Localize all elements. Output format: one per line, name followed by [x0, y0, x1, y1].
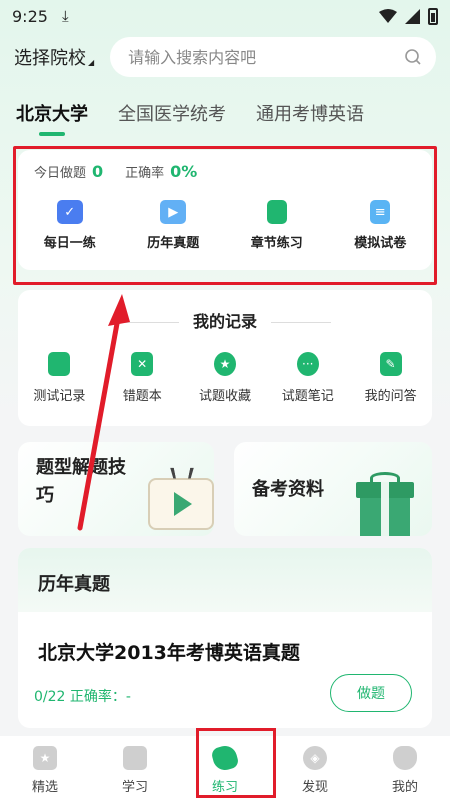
search-icon[interactable] — [404, 48, 422, 66]
nav-profile-label: 我的 — [391, 780, 418, 795]
tab-general-phd-english[interactable]: 通用考博英语 — [256, 100, 364, 126]
status-bar: 9:25 ⤓ — [0, 0, 450, 32]
past-exams-section-title: 历年真题 — [38, 574, 110, 595]
bottom-navigation: ★ 精选 学习 练习 ◈ 发现 我的 — [0, 736, 450, 800]
wifi-icon — [379, 9, 397, 23]
my-qa-label: 我的问答 — [364, 389, 417, 404]
start-practice-button[interactable]: 做题 — [330, 674, 412, 712]
records-grid: 测试记录 ✕ 错题本 ★ 试题收藏 ··· 试题笔记 ✎ 我的问答 — [18, 352, 432, 404]
dropdown-caret-icon: ◢ — [88, 58, 95, 67]
favorite-star-icon: ★ — [213, 352, 236, 376]
tips-tile[interactable]: 题型解题技巧 — [18, 442, 214, 536]
daily-practice-label: 每日一练 — [43, 236, 96, 251]
tab-national-medical-exam[interactable]: 全国医学统考 — [118, 100, 226, 126]
past-exams-card: 历年真题 北京大学2013年考博英语真题 0/22 正确率：- 做题 — [18, 548, 432, 728]
notes-bubble-icon: ··· — [296, 352, 319, 376]
mock-exam-button[interactable]: ≡ 模拟试卷 — [329, 200, 433, 251]
past-exams-header: 历年真题 — [18, 548, 432, 612]
practice-card: 今日做题 0 正确率 0% ✓ 每日一练 ▶ 历年真题 章节练习 ≡ 模拟试卷 — [18, 150, 432, 270]
test-record-button[interactable]: 测试记录 — [18, 352, 101, 404]
materials-title: 备考资料 — [252, 479, 324, 500]
search-bar[interactable] — [110, 37, 436, 77]
bookmark-book-icon — [266, 200, 287, 224]
category-tabs: 北京大学 全国医学统考 通用考博英语 — [0, 92, 450, 134]
exam-progress: 0/22 正确率：- — [34, 689, 131, 705]
exam-title[interactable]: 北京大学2013年考博英语真题 — [38, 638, 300, 665]
nav-study-label: 学习 — [121, 780, 148, 795]
download-icon: ⤓ — [61, 7, 69, 25]
daily-practice-button[interactable]: ✓ 每日一练 — [18, 200, 122, 251]
tab-peking-university[interactable]: 北京大学 — [16, 100, 88, 126]
compass-icon: ◈ — [303, 746, 327, 770]
favorites-label: 试题收藏 — [198, 389, 251, 404]
chapter-practice-label: 章节练习 — [250, 236, 303, 251]
top-header: 选择院校 ◢ — [0, 34, 450, 80]
accuracy-value: 0% — [170, 162, 198, 181]
past-exams-button[interactable]: ▶ 历年真题 — [122, 200, 226, 251]
featured-star-icon: ★ — [33, 746, 57, 770]
mock-exam-label: 模拟试卷 — [354, 236, 407, 251]
favorites-button[interactable]: ★ 试题收藏 — [184, 352, 267, 404]
accuracy-label: 正确率 — [125, 166, 165, 181]
cat-profile-icon — [393, 746, 417, 770]
status-icons — [379, 7, 438, 25]
tv-play-icon — [148, 467, 214, 530]
test-record-icon — [48, 352, 71, 376]
wrong-questions-icon: ✕ — [131, 352, 154, 376]
past-exams-label: 历年真题 — [147, 236, 200, 251]
wrong-questions-button[interactable]: ✕ 错题本 — [101, 352, 184, 404]
wrong-questions-label: 错题本 — [122, 389, 162, 404]
edit-qa-icon: ✎ — [379, 352, 402, 376]
status-time: 9:25 — [12, 6, 48, 26]
notes-label: 试题笔记 — [281, 389, 334, 404]
school-select-dropdown[interactable]: 选择院校 ◢ — [14, 44, 94, 70]
battery-icon — [428, 7, 438, 25]
play-video-icon: ▶ — [160, 200, 187, 224]
nav-practice[interactable]: 练习 — [180, 736, 270, 800]
materials-tile[interactable]: 备考资料 — [234, 442, 432, 536]
practice-leaf-icon — [210, 743, 240, 773]
document-list-icon: ≡ — [370, 200, 391, 224]
school-select-label: 选择院校 — [14, 48, 86, 69]
chapter-practice-button[interactable]: 章节练习 — [225, 200, 329, 251]
gift-box-icon — [356, 472, 414, 536]
my-records-card: 我的记录 测试记录 ✕ 错题本 ★ 试题收藏 ··· 试题笔记 ✎ 我的问答 — [18, 290, 432, 426]
today-count-value: 0 — [92, 162, 104, 181]
nav-profile[interactable]: 我的 — [360, 736, 450, 800]
signal-icon — [405, 8, 420, 24]
tips-title: 题型解题技巧 — [36, 457, 126, 506]
nav-discover[interactable]: ◈ 发现 — [270, 736, 360, 800]
search-input[interactable] — [128, 47, 404, 67]
my-qa-button[interactable]: ✎ 我的问答 — [349, 352, 432, 404]
book-open-icon — [123, 746, 147, 770]
nav-featured-label: 精选 — [31, 780, 58, 795]
today-count-label: 今日做题 — [34, 166, 87, 181]
practice-stats: 今日做题 0 正确率 0% — [34, 162, 219, 181]
my-records-title: 我的记录 — [18, 308, 432, 332]
notes-button[interactable]: ··· 试题笔记 — [266, 352, 349, 404]
nav-practice-label: 练习 — [211, 780, 238, 795]
nav-featured[interactable]: ★ 精选 — [0, 736, 90, 800]
calendar-check-icon: ✓ — [56, 200, 83, 224]
practice-quick-grid: ✓ 每日一练 ▶ 历年真题 章节练习 ≡ 模拟试卷 — [18, 200, 432, 251]
test-record-label: 测试记录 — [33, 389, 86, 404]
nav-discover-label: 发现 — [301, 780, 328, 795]
nav-study[interactable]: 学习 — [90, 736, 180, 800]
